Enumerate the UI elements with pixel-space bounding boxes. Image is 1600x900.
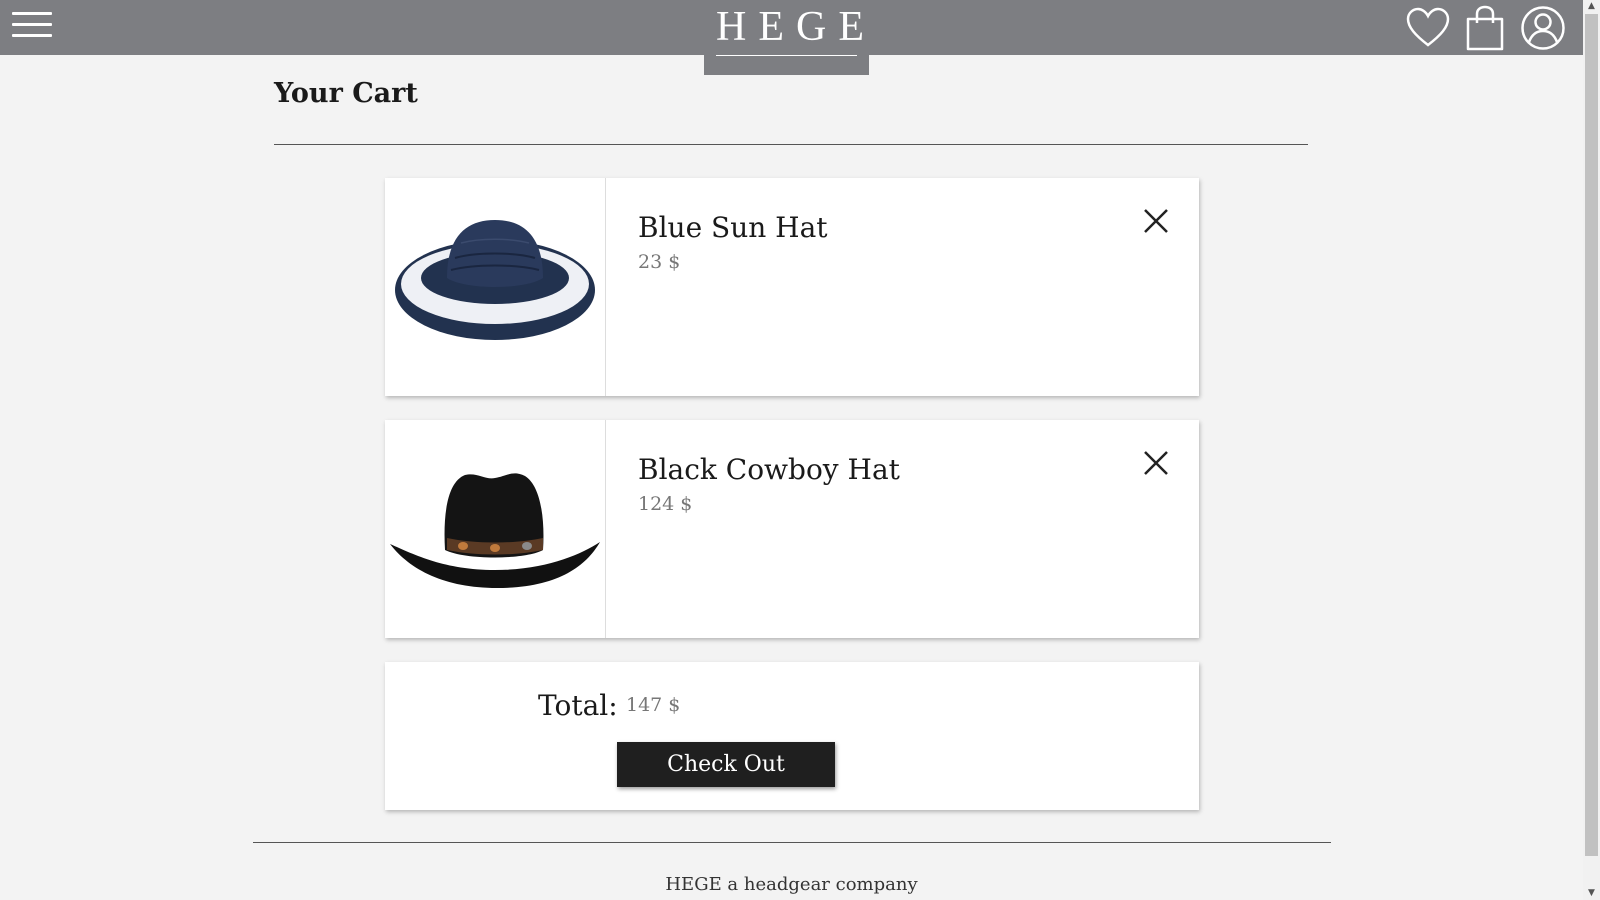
blue-sun-hat-image[interactable]	[385, 178, 606, 396]
scroll-down-arrow-icon[interactable]: ▼	[1587, 889, 1596, 898]
total-value: 147 $	[626, 694, 681, 716]
scroll-up-arrow-icon[interactable]: ▲	[1587, 2, 1596, 11]
shopping-bag-icon[interactable]	[1462, 5, 1508, 51]
order-summary: Total: 147 $ Check Out	[385, 662, 1199, 810]
close-icon[interactable]	[1141, 206, 1171, 236]
logo[interactable]: HEGE	[704, 3, 869, 51]
total-label: Total:	[538, 689, 618, 722]
title-divider	[274, 144, 1308, 145]
close-icon[interactable]	[1141, 448, 1171, 478]
vertical-scrollbar[interactable]: ▲ ▼	[1583, 0, 1600, 900]
hamburger-menu-icon[interactable]	[12, 12, 52, 42]
page-title: Your Cart	[274, 78, 418, 109]
scrollbar-thumb[interactable]	[1585, 14, 1598, 856]
cart-item: Blue Sun Hat 23 $	[385, 178, 1199, 396]
logo-tab[interactable]: HEGE	[704, 0, 869, 75]
heart-icon[interactable]	[1405, 5, 1451, 51]
footer-divider	[253, 842, 1331, 843]
item-price: 23 $	[638, 251, 681, 273]
item-name[interactable]: Black Cowboy Hat	[638, 453, 900, 486]
black-cowboy-hat-image[interactable]	[385, 420, 606, 638]
footer-text: HEGE a headgear company	[665, 874, 918, 895]
checkout-button[interactable]: Check Out	[617, 742, 835, 787]
logo-underline	[716, 55, 857, 56]
item-name[interactable]: Blue Sun Hat	[638, 211, 828, 244]
user-circle-icon[interactable]	[1520, 5, 1566, 51]
item-price: 124 $	[638, 493, 693, 515]
cart-item: Black Cowboy Hat 124 $	[385, 420, 1199, 638]
